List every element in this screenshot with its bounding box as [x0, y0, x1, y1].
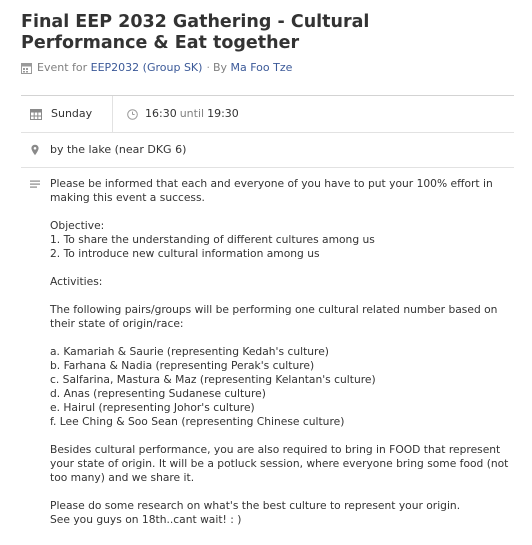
- map-pin-icon: [30, 144, 40, 156]
- event-start-time: 16:30: [145, 107, 177, 120]
- event-meta: Event for EEP2032 (Group SK) · By Ma Foo T…: [21, 60, 514, 76]
- performer-item: a. Kamariah & Saurie (representing Kedah…: [50, 345, 329, 358]
- author-link[interactable]: Ma Foo Tze: [231, 60, 293, 76]
- calendar-icon: [30, 108, 42, 120]
- description-intro: Please be informed that each and everyon…: [50, 177, 493, 204]
- event-time: 16:30 until 19:30: [113, 107, 239, 121]
- performer-item: b. Farhana & Nadia (representing Perak's…: [50, 359, 315, 372]
- objective-heading: Objective:: [50, 219, 105, 232]
- activities-intro: The following pairs/groups will be perfo…: [50, 303, 498, 330]
- group-link[interactable]: EEP2032 (Group SK): [91, 60, 203, 76]
- event-title: Final EEP 2032 Gathering - Cultural Perf…: [21, 12, 370, 53]
- event-page: Final EEP 2032 Gathering - Cultural Perf…: [21, 0, 514, 545]
- meta-prefix: Event for: [37, 61, 88, 74]
- performer-item: c. Salfarina, Mastura & Maz (representin…: [50, 373, 376, 386]
- meta-separator: ·: [206, 61, 210, 74]
- closing-line: Please do some research on what's the be…: [50, 499, 461, 512]
- closing-line: See you guys on 18th..cant wait! : ): [50, 513, 242, 526]
- performer-item: f. Lee Ching & Soo Sean (representing Ch…: [50, 415, 345, 428]
- calendar-small-icon: [21, 62, 32, 74]
- performer-item: d. Anas (representing Sudanese culture): [50, 387, 266, 400]
- event-day: Sunday: [21, 96, 113, 132]
- event-location: by the lake (near DKG 6): [50, 143, 187, 156]
- description-objectives: Objective: 1. To share the understanding…: [50, 219, 514, 261]
- meta-by: By: [212, 61, 227, 74]
- event-when-row: Sunday 16:30 until 19:30: [21, 95, 514, 132]
- lines-icon: [30, 180, 40, 189]
- event-description: Please be informed that each and everyon…: [50, 177, 514, 527]
- event-details: Sunday 16:30 until 19:30 by the lake (ne…: [21, 95, 514, 537]
- food-note: Besides cultural performance, you are al…: [50, 443, 509, 484]
- objective-item: 1. To share the understanding of differe…: [50, 233, 375, 246]
- event-where-row: by the lake (near DKG 6): [21, 132, 514, 167]
- objective-item: 2. To introduce new cultural information…: [50, 247, 320, 260]
- event-end-time: 19:30: [207, 107, 239, 120]
- clock-icon: [127, 108, 138, 120]
- event-until-label: until: [179, 107, 205, 120]
- performer-list: a. Kamariah & Saurie (representing Kedah…: [50, 345, 514, 429]
- event-description-row: Please be informed that each and everyon…: [21, 167, 514, 537]
- closing-note: Please do some research on what's the be…: [50, 499, 514, 527]
- activities-heading: Activities:: [50, 275, 103, 288]
- event-day-label: Sunday: [51, 107, 93, 120]
- performer-item: e. Hairul (representing Johor's culture): [50, 401, 255, 414]
